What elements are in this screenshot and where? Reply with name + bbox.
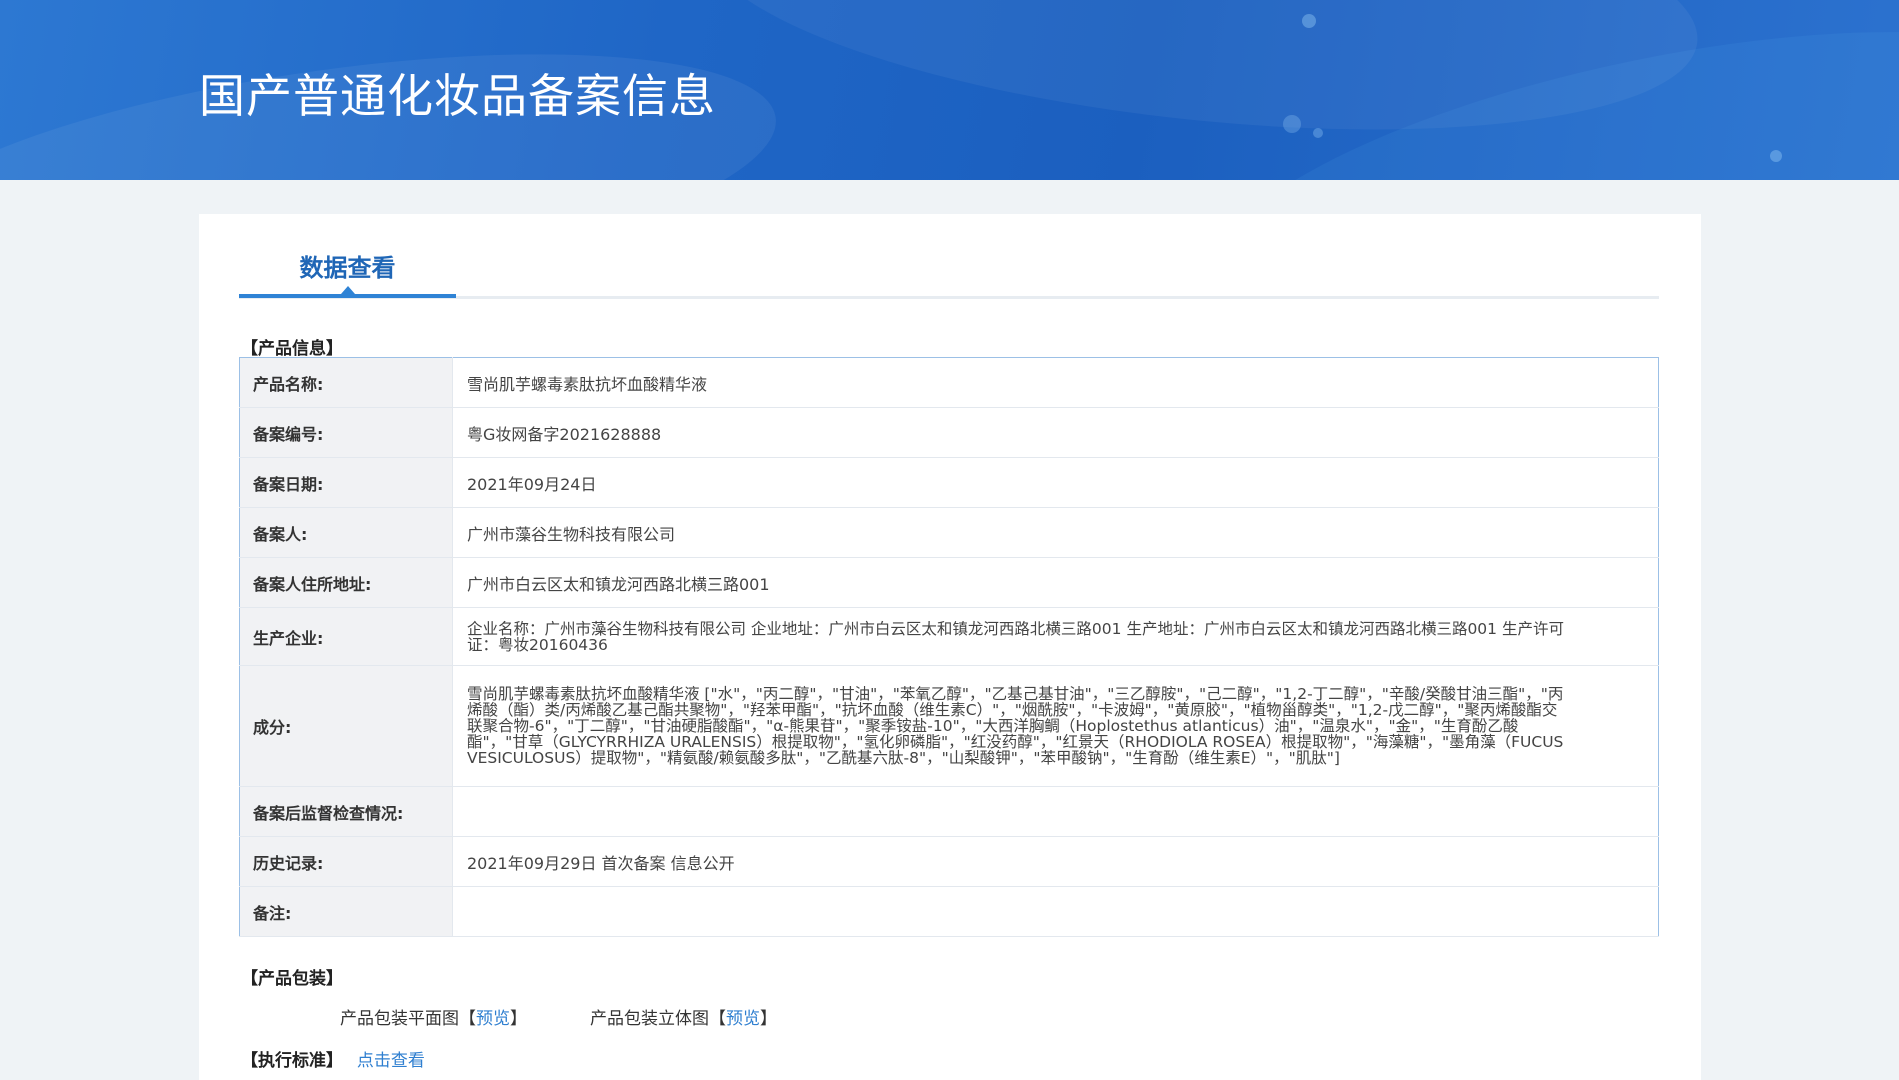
row-key: 历史记录:	[239, 836, 453, 887]
packaging-solid-label: 产品包装立体图	[590, 1009, 709, 1029]
row-key: 备案后监督检查情况:	[239, 786, 453, 837]
section-standard-label: 【执行标准】	[241, 1051, 343, 1071]
row-value	[452, 886, 1659, 937]
banner-bubble	[1283, 115, 1301, 133]
row-value: 广州市藻谷生物科技有限公司	[452, 507, 1659, 558]
header-banner: 国产普通化妆品备案信息	[0, 0, 1899, 180]
section-standard: 【执行标准】 点击查看	[241, 1046, 425, 1071]
row-value: 2021年09月24日	[452, 457, 1659, 508]
table-row: 生产企业: 企业名称：广州市藻谷生物科技有限公司 企业地址：广州市白云区太和镇龙…	[239, 607, 1659, 666]
row-key: 备注:	[239, 886, 453, 937]
packaging-solid-item: 产品包装立体图【预览】	[590, 1004, 777, 1029]
table-row: 备案人: 广州市藻谷生物科技有限公司	[239, 507, 1659, 558]
table-row: 备案编号: 粤G妆网备字2021628888	[239, 407, 1659, 458]
row-value: 2021年09月29日 首次备案 信息公开	[452, 836, 1659, 887]
row-value: 粤G妆网备字2021628888	[452, 407, 1659, 458]
tab-data-view[interactable]: 数据查看	[239, 248, 456, 283]
row-key: 备案日期:	[239, 457, 453, 508]
product-info-table: 产品名称: 雪尚肌芋螺毒素肽抗坏血酸精华液 备案编号: 粤G妆网备字202162…	[239, 357, 1659, 937]
banner-bubble	[1302, 14, 1316, 28]
row-key: 产品名称:	[239, 357, 453, 408]
bracket-close: 】	[760, 1009, 777, 1029]
preview-flat-link[interactable]: 预览	[476, 1009, 510, 1029]
table-row: 产品名称: 雪尚肌芋螺毒素肽抗坏血酸精华液	[239, 357, 1659, 408]
row-value: 雪尚肌芋螺毒素肽抗坏血酸精华液 ["水"，"丙二醇"，"甘油"，"苯氧乙醇"，"…	[452, 665, 1659, 787]
row-key: 成分:	[239, 665, 453, 787]
tab-active-indicator	[239, 294, 456, 298]
view-standard-link[interactable]: 点击查看	[357, 1051, 425, 1071]
preview-solid-link[interactable]: 预览	[726, 1009, 760, 1029]
bracket-open: 【	[709, 1009, 726, 1029]
packaging-flat-item: 产品包装平面图【预览】	[340, 1004, 527, 1029]
table-row: 备注:	[239, 886, 1659, 937]
row-value: 广州市白云区太和镇龙河西路北横三路001	[452, 557, 1659, 608]
section-packaging: 【产品包装】	[241, 969, 343, 989]
row-value	[452, 786, 1659, 837]
content-card: 数据查看 【产品信息】 产品名称: 雪尚肌芋螺毒素肽抗坏血酸精华液 备案编号: …	[199, 214, 1701, 1080]
table-row: 历史记录: 2021年09月29日 首次备案 信息公开	[239, 836, 1659, 887]
row-key: 备案人:	[239, 507, 453, 558]
table-row: 备案后监督检查情况:	[239, 786, 1659, 837]
row-key: 备案编号:	[239, 407, 453, 458]
bracket-open: 【	[459, 1009, 476, 1029]
banner-bubble	[1770, 150, 1782, 162]
bracket-close: 】	[510, 1009, 527, 1029]
row-value: 雪尚肌芋螺毒素肽抗坏血酸精华液	[452, 357, 1659, 408]
row-key: 生产企业:	[239, 607, 453, 666]
table-row: 备案人住所地址: 广州市白云区太和镇龙河西路北横三路001	[239, 557, 1659, 608]
table-row: 备案日期: 2021年09月24日	[239, 457, 1659, 508]
row-value: 企业名称：广州市藻谷生物科技有限公司 企业地址：广州市白云区太和镇龙河西路北横三…	[452, 607, 1659, 666]
table-row: 成分: 雪尚肌芋螺毒素肽抗坏血酸精华液 ["水"，"丙二醇"，"甘油"，"苯氧乙…	[239, 665, 1659, 787]
banner-bubble	[1313, 128, 1323, 138]
row-key: 备案人住所地址:	[239, 557, 453, 608]
tab-caret-icon	[341, 286, 355, 294]
section-product-info: 【产品信息】	[241, 339, 343, 359]
packaging-flat-label: 产品包装平面图	[340, 1009, 459, 1029]
page-title: 国产普通化妆品备案信息	[199, 69, 716, 123]
